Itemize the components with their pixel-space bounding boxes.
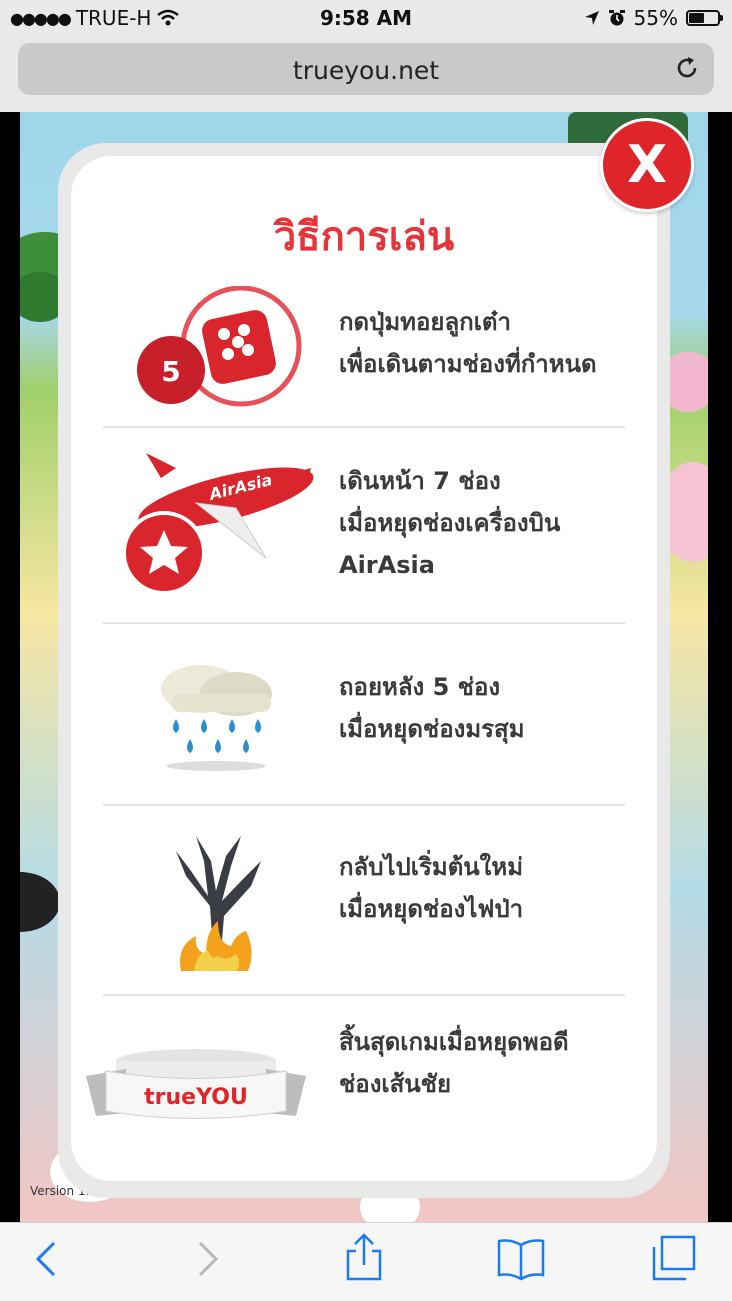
browser-toolbar bbox=[0, 1222, 732, 1301]
rule-line: สิ้นสุดเกมเมื่อหยุดพอดี bbox=[339, 1028, 569, 1056]
rain-cloud-icon bbox=[111, 649, 321, 779]
dice-icon: 5 bbox=[111, 286, 321, 416]
modal-content: วิธีการเล่น 5 กดปุ่มทอยลูกเต๋า เพื่อเดิน… bbox=[71, 156, 657, 1181]
dice-badge: 5 bbox=[161, 355, 180, 388]
share-icon[interactable] bbox=[344, 1233, 384, 1283]
rule-item: กลับไปเริ่มต้นใหม่ เมื่อหยุดช่องไฟป่า bbox=[71, 806, 657, 994]
status-right: 55% bbox=[584, 6, 723, 30]
bookmarks-icon[interactable] bbox=[496, 1237, 546, 1281]
rule-item: 5 กดปุ่มทอยลูกเต๋า เพื่อเดินตามช่องที่กำ… bbox=[71, 276, 657, 426]
reload-icon[interactable] bbox=[674, 55, 700, 81]
rule-text: กลับไปเริ่มต้นใหม่ เมื่อหยุดช่องไฟป่า bbox=[339, 846, 639, 930]
back-icon[interactable] bbox=[34, 1239, 58, 1279]
rule-line: เมื่อหยุดช่องไฟป่า bbox=[339, 895, 524, 923]
alarm-icon bbox=[608, 10, 625, 26]
forward-icon[interactable] bbox=[196, 1239, 220, 1279]
address-bar[interactable]: trueyou.net bbox=[18, 43, 714, 95]
battery-fill bbox=[689, 13, 705, 23]
burning-tree-icon bbox=[111, 826, 321, 976]
close-icon[interactable]: X bbox=[627, 135, 667, 195]
rule-item: AirAsia เดินหน้า 7 ช่อง เมื่อหยุดช่องเคร… bbox=[71, 428, 657, 622]
rule-line: กลับไปเริ่มต้นใหม่ bbox=[339, 853, 524, 881]
rule-line: เพื่อเดินตามช่องที่กำหนด bbox=[339, 350, 597, 378]
battery-percent: 55% bbox=[633, 6, 678, 30]
rule-line: เดินหน้า 7 ช่อง bbox=[339, 467, 501, 495]
rule-item: trueYOU สิ้นสุดเกมเมื่อหยุดพอดี ช่องเส้น… bbox=[71, 996, 657, 1166]
rule-text: เดินหน้า 7 ช่อง เมื่อหยุดช่องเครื่องบิน … bbox=[339, 460, 639, 586]
bg-blob bbox=[20, 872, 60, 932]
url-text[interactable]: trueyou.net bbox=[18, 56, 714, 85]
airasia-plane-icon: AirAsia bbox=[111, 448, 321, 598]
rule-line: ช่องเส้นชัย bbox=[339, 1070, 452, 1098]
battery-icon bbox=[686, 10, 723, 26]
status-bar: ●●●●● TRUE-H 9:58 AM 55% bbox=[0, 0, 732, 38]
tabs-icon[interactable] bbox=[650, 1235, 698, 1281]
rule-line: ถอยหลัง 5 ช่อง bbox=[339, 673, 501, 701]
how-to-play-modal: วิธีการเล่น 5 กดปุ่มทอยลูกเต๋า เพื่อเดิน… bbox=[58, 143, 670, 1198]
modal-title: วิธีการเล่น bbox=[273, 214, 455, 260]
rule-item: ถอยหลัง 5 ช่อง เมื่อหยุดช่องมรสุม bbox=[71, 624, 657, 804]
browser-address-area: trueyou.net bbox=[0, 38, 732, 112]
trueyou-podium-icon: trueYOU bbox=[81, 1026, 311, 1136]
trueyou-logo-text: trueYOU bbox=[144, 1085, 248, 1110]
rule-line: เมื่อหยุดช่องมรสุม bbox=[339, 715, 525, 743]
rule-text: ถอยหลัง 5 ช่อง เมื่อหยุดช่องมรสุม bbox=[339, 666, 639, 750]
close-button[interactable]: X bbox=[600, 118, 694, 212]
rule-line: กดปุ่มทอยลูกเต๋า bbox=[339, 308, 511, 336]
rule-text: กดปุ่มทอยลูกเต๋า เพื่อเดินตามช่องที่กำหน… bbox=[339, 301, 639, 385]
rule-text: สิ้นสุดเกมเมื่อหยุดพอดี ช่องเส้นชัย bbox=[339, 1021, 639, 1105]
location-arrow-icon bbox=[584, 11, 599, 25]
rule-line: เมื่อหยุดช่องเครื่องบิน bbox=[339, 509, 561, 537]
rule-line: AirAsia bbox=[339, 551, 435, 579]
